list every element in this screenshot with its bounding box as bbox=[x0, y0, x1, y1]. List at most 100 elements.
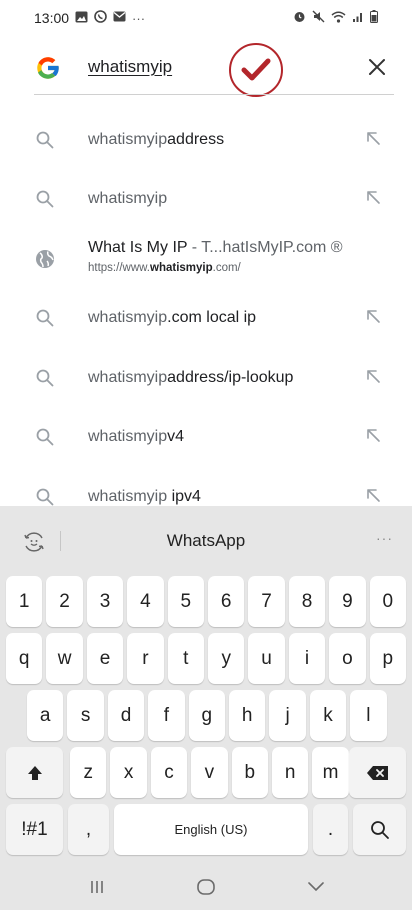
comma-key[interactable]: , bbox=[68, 804, 109, 855]
key-d[interactable]: d bbox=[107, 690, 145, 741]
recent-apps-icon[interactable] bbox=[85, 876, 109, 898]
search-input[interactable]: whatismyip bbox=[88, 57, 172, 77]
period-key[interactable]: . bbox=[313, 804, 348, 855]
key-s[interactable]: s bbox=[67, 690, 104, 741]
key-l[interactable]: l bbox=[350, 690, 387, 741]
suggestion-item[interactable]: whatismyip.com local ip bbox=[0, 289, 412, 349]
key-0[interactable]: 0 bbox=[369, 576, 406, 627]
google-logo-icon bbox=[34, 54, 62, 82]
key-7[interactable]: 7 bbox=[248, 576, 285, 627]
key-c[interactable]: c bbox=[150, 747, 188, 798]
battery-icon bbox=[370, 10, 378, 26]
clear-button[interactable] bbox=[362, 52, 392, 82]
backspace-key[interactable] bbox=[349, 747, 406, 798]
search-bar: whatismyip bbox=[0, 40, 412, 98]
key-j[interactable]: j bbox=[269, 690, 306, 741]
toolbar-more-button[interactable]: ··· bbox=[376, 530, 393, 546]
key-z[interactable]: z bbox=[70, 747, 107, 798]
fill-query-arrow-icon[interactable] bbox=[364, 486, 386, 508]
key-i[interactable]: i bbox=[288, 633, 326, 684]
site-url: https://www.whatismyip.com/ bbox=[88, 262, 241, 274]
search-key[interactable] bbox=[353, 804, 406, 855]
check-badge bbox=[229, 43, 283, 97]
status-bar: 13:00 ··· bbox=[0, 0, 412, 36]
home-icon[interactable] bbox=[194, 876, 218, 898]
suggestion-suffix: address bbox=[167, 130, 225, 148]
key-n[interactable]: n bbox=[272, 747, 309, 798]
key-y[interactable]: y bbox=[208, 633, 245, 684]
search-icon bbox=[34, 307, 56, 329]
key-g[interactable]: g bbox=[188, 690, 225, 741]
keyboard-toolbar: WhatsApp ··· bbox=[0, 506, 412, 576]
key-k[interactable]: k bbox=[309, 690, 347, 741]
space-key[interactable]: English (US) bbox=[114, 804, 308, 855]
globe-icon bbox=[34, 248, 56, 270]
suggestion-prefix: whatismyip bbox=[88, 368, 168, 386]
key-9[interactable]: 9 bbox=[329, 576, 366, 627]
suggestion-text: whatismyipaddress/ip-lookup bbox=[88, 369, 293, 387]
backspace-icon bbox=[366, 765, 388, 780]
keyboard: WhatsApp ··· 1234567890 qwertyuiop asdfghj… bbox=[0, 506, 412, 910]
suggestion-text: whatismyip ipv4 bbox=[88, 488, 201, 506]
key-x[interactable]: x bbox=[110, 747, 147, 798]
suggestion-list: whatismyipaddress whatismyip What Is My … bbox=[0, 110, 412, 527]
site-title-main: What Is My IP bbox=[88, 239, 188, 256]
key-5[interactable]: 5 bbox=[167, 576, 204, 627]
fill-query-arrow-icon[interactable] bbox=[364, 307, 386, 329]
fill-query-arrow-icon[interactable] bbox=[364, 188, 386, 210]
shift-icon bbox=[27, 765, 42, 780]
key-t[interactable]: t bbox=[167, 633, 204, 684]
key-r[interactable]: r bbox=[127, 633, 164, 684]
key-h[interactable]: h bbox=[229, 690, 266, 741]
key-e[interactable]: e bbox=[86, 633, 124, 684]
mail-icon bbox=[113, 11, 126, 25]
key-m[interactable]: m bbox=[312, 747, 349, 798]
key-q[interactable]: q bbox=[6, 633, 43, 684]
key-v[interactable]: v bbox=[191, 747, 228, 798]
key-2[interactable]: 2 bbox=[46, 576, 83, 627]
search-icon bbox=[34, 188, 56, 210]
status-left: 13:00 ··· bbox=[34, 10, 145, 26]
key-8[interactable]: 8 bbox=[288, 576, 326, 627]
key-f[interactable]: f bbox=[148, 690, 185, 741]
nav-bar bbox=[0, 862, 412, 910]
status-overflow: ··· bbox=[132, 10, 146, 26]
key-b[interactable]: b bbox=[231, 747, 268, 798]
hide-keyboard-icon[interactable] bbox=[304, 876, 328, 898]
search-icon bbox=[370, 820, 389, 839]
site-url-post: .com/ bbox=[212, 262, 241, 274]
fill-query-arrow-icon[interactable] bbox=[364, 129, 386, 151]
suggestion-item[interactable]: whatismyipv4 bbox=[0, 408, 412, 468]
search-icon bbox=[34, 129, 56, 151]
wifi-icon bbox=[331, 11, 346, 26]
symbols-key[interactable]: !#1 bbox=[6, 804, 63, 855]
suggestion-prefix: whatismyip bbox=[88, 190, 168, 208]
fill-query-arrow-icon[interactable] bbox=[364, 426, 386, 448]
key-p[interactable]: p bbox=[369, 633, 406, 684]
suggestion-item[interactable]: whatismyipaddress/ip-lookup bbox=[0, 348, 412, 408]
key-1[interactable]: 1 bbox=[6, 576, 43, 627]
key-a[interactable]: a bbox=[27, 690, 64, 741]
key-3[interactable]: 3 bbox=[86, 576, 124, 627]
suggestion-item[interactable]: whatismyipaddress bbox=[0, 110, 412, 170]
status-right bbox=[293, 10, 378, 26]
site-title-rest: - T...hatIsMyIP.com ® bbox=[187, 239, 343, 256]
fill-query-arrow-icon[interactable] bbox=[364, 367, 386, 389]
key-6[interactable]: 6 bbox=[208, 576, 245, 627]
suggestion-item[interactable]: whatismyip bbox=[0, 170, 412, 230]
key-4[interactable]: 4 bbox=[127, 576, 164, 627]
site-url-bold: whatismyip bbox=[150, 262, 213, 274]
key-o[interactable]: o bbox=[329, 633, 366, 684]
suggestion-suffix: v4 bbox=[167, 428, 185, 446]
keyboard-word-suggestion[interactable]: WhatsApp bbox=[0, 531, 412, 551]
key-w[interactable]: w bbox=[46, 633, 83, 684]
suggestion-prefix: whatismyip bbox=[88, 309, 168, 327]
alarm-icon bbox=[293, 10, 306, 26]
suggestion-text: whatismyip bbox=[88, 190, 167, 208]
key-u[interactable]: u bbox=[248, 633, 285, 684]
shift-key[interactable] bbox=[6, 747, 63, 798]
suggestion-suffix: address/ip-lookup bbox=[167, 368, 294, 386]
site-suggestion-item[interactable]: What Is My IP - T...hatIsMyIP.com ® http… bbox=[0, 229, 412, 289]
site-url-pre: https://www. bbox=[88, 262, 150, 274]
check-icon bbox=[241, 58, 271, 81]
